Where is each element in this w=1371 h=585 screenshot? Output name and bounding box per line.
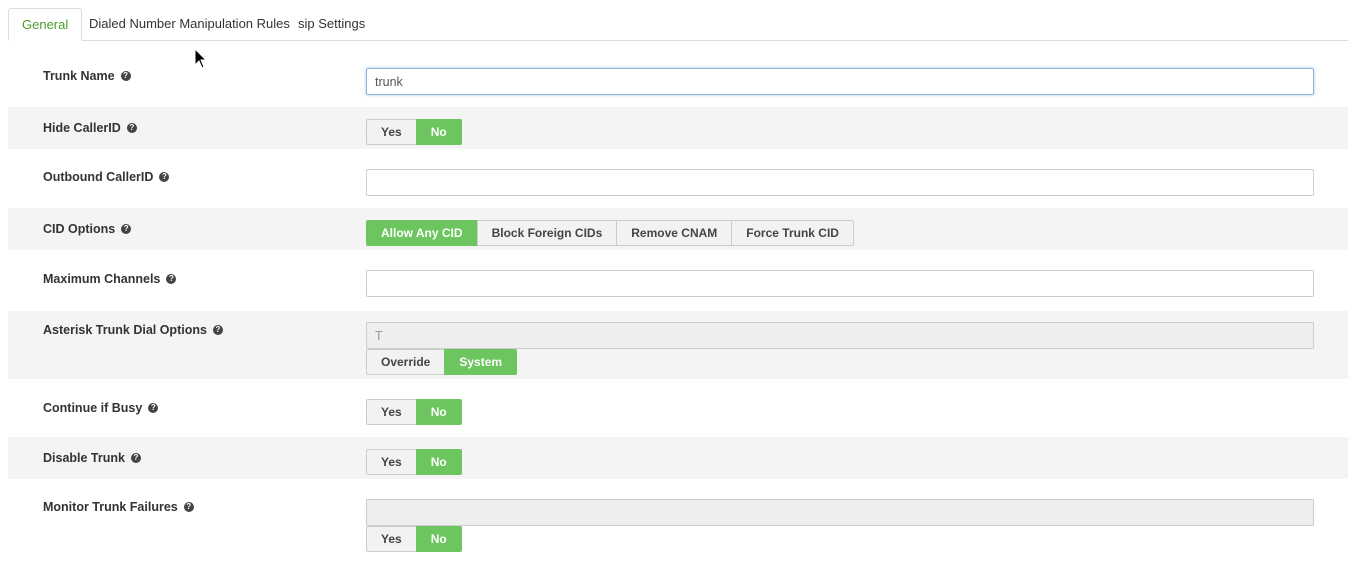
cid-options-group: Allow Any CID Block Foreign CIDs Remove … [366, 220, 854, 246]
force-trunk-cid-button[interactable]: Force Trunk CID [731, 220, 854, 246]
tab-bar: General Dialed Number Manipulation Rules… [8, 8, 1348, 41]
help-icon[interactable]: ? [159, 172, 170, 182]
hide-callerid-label: Hide CallerID ? [43, 121, 137, 135]
row-asterisk-trunk-dial-options: Asterisk Trunk Dial Options ? Override S… [8, 311, 1348, 379]
dial-options-override-button[interactable]: Override [366, 349, 446, 375]
row-cid-options: CID Options ? Allow Any CID Block Foreig… [8, 208, 1348, 250]
help-icon[interactable]: ? [212, 325, 223, 335]
monitor-trunk-failures-input [366, 499, 1314, 526]
outbound-callerid-input[interactable] [366, 169, 1314, 196]
allow-any-cid-button[interactable]: Allow Any CID [366, 220, 478, 246]
help-icon[interactable]: ? [148, 403, 159, 413]
asterisk-trunk-dial-options-label: Asterisk Trunk Dial Options ? [43, 323, 223, 337]
tab-dialed-number-manipulation-rules[interactable]: Dialed Number Manipulation Rules [76, 8, 303, 39]
outbound-callerid-label: Outbound CallerID ? [43, 170, 170, 184]
remove-cnam-button[interactable]: Remove CNAM [616, 220, 733, 246]
tab-sip-settings[interactable]: sip Settings [285, 8, 378, 39]
disable-trunk-toggle: Yes No [366, 449, 462, 475]
maximum-channels-label: Maximum Channels ? [43, 272, 177, 286]
row-trunk-name: Trunk Name ? [8, 56, 1348, 106]
help-icon[interactable]: ? [120, 71, 131, 81]
disable-trunk-no-button[interactable]: No [415, 449, 462, 475]
trunk-name-label: Trunk Name ? [43, 69, 131, 83]
help-icon[interactable]: ? [166, 274, 177, 284]
mouse-cursor-icon [194, 48, 208, 69]
continue-if-busy-no-button[interactable]: No [415, 399, 462, 425]
row-monitor-trunk-failures: Monitor Trunk Failures ? Yes No [8, 480, 1348, 580]
trunk-name-input[interactable] [366, 68, 1314, 95]
help-icon[interactable]: ? [121, 224, 132, 234]
cid-options-label: CID Options ? [43, 222, 132, 236]
continue-if-busy-label: Continue if Busy ? [43, 401, 159, 415]
hide-callerid-toggle: Yes No [366, 119, 462, 145]
dial-options-system-button[interactable]: System [444, 349, 518, 375]
dial-options-input [366, 322, 1314, 349]
row-disable-trunk: Disable Trunk ? Yes No [8, 437, 1348, 479]
hide-callerid-no-button[interactable]: No [415, 119, 462, 145]
block-foreign-cids-button[interactable]: Block Foreign CIDs [476, 220, 618, 246]
row-hide-callerid: Hide CallerID ? Yes No [8, 107, 1348, 149]
maximum-channels-input[interactable] [366, 270, 1314, 297]
row-outbound-callerid: Outbound CallerID ? [8, 150, 1348, 207]
help-icon[interactable]: ? [130, 453, 141, 463]
help-icon[interactable]: ? [126, 123, 137, 133]
disable-trunk-label: Disable Trunk ? [43, 451, 141, 465]
monitor-trunk-failures-yes-button[interactable]: Yes [366, 526, 417, 552]
disable-trunk-yes-button[interactable]: Yes [366, 449, 417, 475]
continue-if-busy-toggle: Yes No [366, 399, 462, 425]
monitor-trunk-failures-toggle: Yes No [366, 526, 462, 552]
row-maximum-channels: Maximum Channels ? [8, 251, 1348, 310]
dial-options-toggle: Override System [366, 349, 518, 375]
help-icon[interactable]: ? [183, 502, 194, 512]
monitor-trunk-failures-label: Monitor Trunk Failures ? [43, 500, 194, 514]
row-continue-if-busy: Continue if Busy ? Yes No [8, 380, 1348, 436]
hide-callerid-yes-button[interactable]: Yes [366, 119, 417, 145]
monitor-trunk-failures-no-button[interactable]: No [415, 526, 462, 552]
continue-if-busy-yes-button[interactable]: Yes [366, 399, 417, 425]
tab-general[interactable]: General [8, 8, 83, 41]
